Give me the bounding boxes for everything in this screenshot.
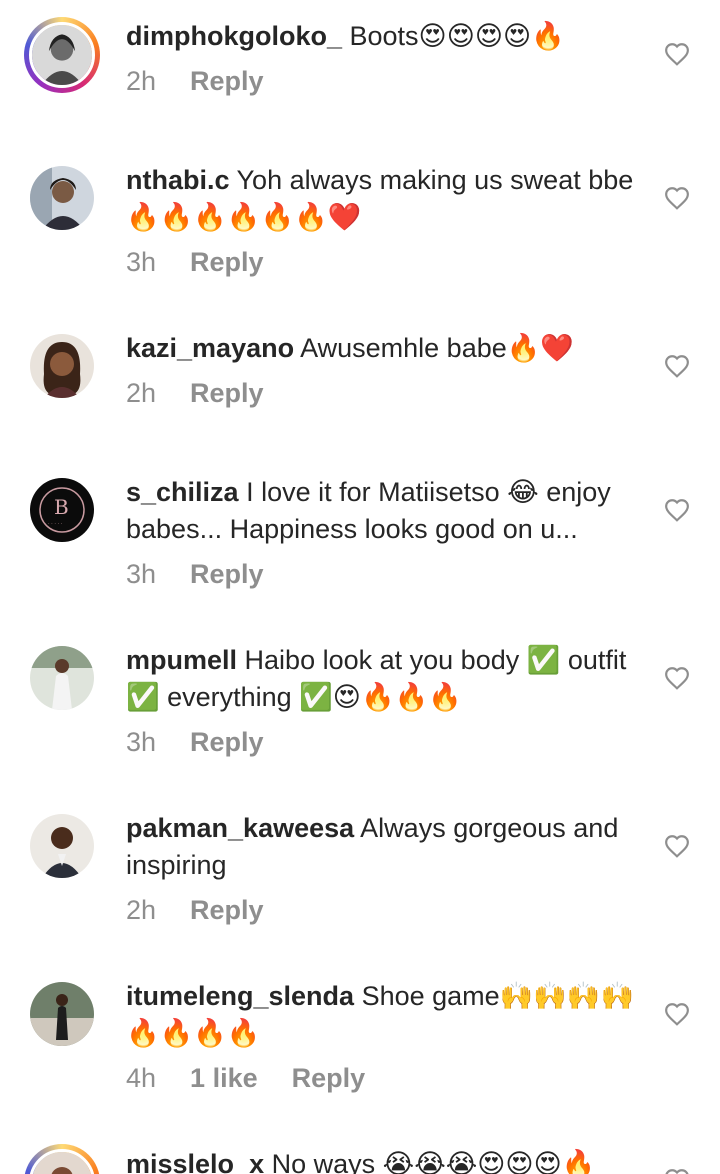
comment-time: 3h bbox=[126, 247, 157, 277]
comment-body: Awusemhle babe🔥❤️ bbox=[300, 333, 574, 363]
comment-text: s_chiliza I love it for Matiisetso 😂 enj… bbox=[126, 474, 636, 548]
heart-outline-icon[interactable] bbox=[664, 354, 690, 378]
heart-outline-icon[interactable] bbox=[664, 1168, 690, 1174]
reply-button[interactable]: Reply bbox=[190, 895, 264, 926]
heart-outline-icon[interactable] bbox=[664, 834, 690, 858]
comment-time: 3h bbox=[126, 727, 157, 757]
comment-time: 2h bbox=[126, 66, 157, 96]
comment-username[interactable]: pakman_kaweesa bbox=[126, 813, 354, 843]
avatar[interactable] bbox=[24, 1144, 100, 1174]
avatar[interactable] bbox=[30, 166, 94, 230]
reply-button[interactable]: Reply bbox=[190, 559, 264, 590]
heart-outline-icon[interactable] bbox=[664, 42, 690, 66]
reply-button[interactable]: Reply bbox=[190, 378, 264, 409]
reply-button[interactable]: Reply bbox=[292, 1063, 366, 1094]
comment-text: pakman_kaweesa Always gorgeous and inspi… bbox=[126, 810, 636, 884]
avatar[interactable] bbox=[30, 334, 94, 398]
comment-username[interactable]: misslelo_x bbox=[126, 1149, 264, 1174]
avatar[interactable] bbox=[30, 646, 94, 710]
comment-username[interactable]: nthabi.c bbox=[126, 165, 230, 195]
comment-meta: 2h Reply bbox=[126, 378, 264, 409]
avatar[interactable] bbox=[24, 17, 100, 93]
heart-outline-icon[interactable] bbox=[664, 666, 690, 690]
comment-time: 2h bbox=[126, 378, 157, 408]
comment-text: dimphokgoloko_ Boots😍😍😍😍🔥 bbox=[126, 18, 636, 55]
comment-text: misslelo_x No ways 😭😭😭😍😍😍🔥 bbox=[126, 1146, 686, 1174]
comment-username[interactable]: s_chiliza bbox=[126, 477, 239, 507]
comment-text: kazi_mayano Awusemhle babe🔥❤️ bbox=[126, 330, 636, 367]
comment-text: itumeleng_slenda Shoe game🙌🙌🙌🙌🔥🔥🔥🔥 bbox=[126, 978, 636, 1052]
comment-username[interactable]: dimphokgoloko_ bbox=[126, 21, 342, 51]
svg-text:B: B bbox=[54, 495, 69, 519]
comment-meta: 3h Reply bbox=[126, 727, 264, 758]
reply-button[interactable]: Reply bbox=[190, 66, 264, 97]
comment-body: No ways 😭😭😭😍😍😍🔥 bbox=[271, 1149, 596, 1174]
comment-time: 3h bbox=[126, 559, 157, 589]
comment-meta: 3h Reply bbox=[126, 247, 264, 278]
comment-username[interactable]: itumeleng_slenda bbox=[126, 981, 354, 1011]
heart-outline-icon[interactable] bbox=[664, 1002, 690, 1026]
comments-list: dimphokgoloko_ Boots😍😍😍😍🔥 2h Reply nthab… bbox=[0, 0, 720, 1174]
comment-meta: 4h 1 like Reply bbox=[126, 1063, 365, 1094]
comment-time: 2h bbox=[126, 895, 157, 925]
comment-time: 4h bbox=[126, 1063, 157, 1093]
reply-button[interactable]: Reply bbox=[190, 727, 264, 758]
heart-outline-icon[interactable] bbox=[664, 498, 690, 522]
comment-username[interactable]: mpumell bbox=[126, 645, 237, 675]
comment-meta: 2h Reply bbox=[126, 66, 264, 97]
comment-meta: 2h Reply bbox=[126, 895, 264, 926]
reply-button[interactable]: Reply bbox=[190, 247, 264, 278]
heart-outline-icon[interactable] bbox=[664, 186, 690, 210]
comment-text: nthabi.c Yoh always making us sweat bbe🔥… bbox=[126, 162, 636, 236]
avatar[interactable] bbox=[30, 814, 94, 878]
comment-body: Boots😍😍😍😍🔥 bbox=[349, 21, 565, 51]
avatar[interactable]: B. . . . . bbox=[30, 478, 94, 542]
avatar[interactable] bbox=[30, 982, 94, 1046]
svg-text:. . . . .: . . . . . bbox=[48, 520, 63, 526]
like-count-button[interactable]: 1 like bbox=[190, 1063, 258, 1094]
comment-username[interactable]: kazi_mayano bbox=[126, 333, 294, 363]
comment-text: mpumell Haibo look at you body ✅ outfit … bbox=[126, 642, 636, 716]
comment-meta: 3h Reply bbox=[126, 559, 264, 590]
